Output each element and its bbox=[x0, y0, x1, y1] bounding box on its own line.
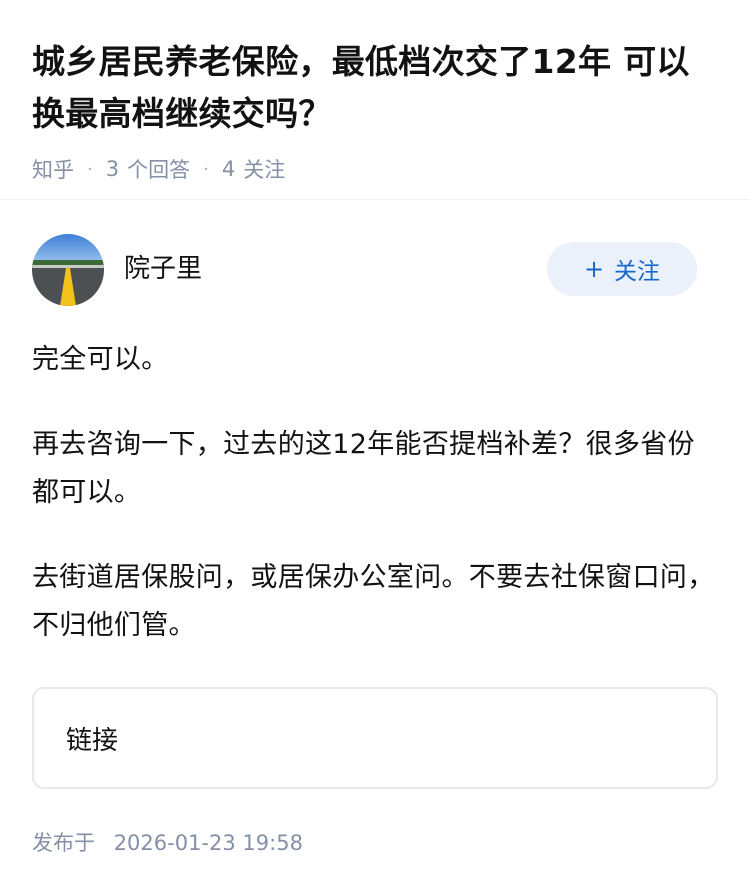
plus-icon: + bbox=[583, 255, 605, 283]
publish-info: 发布于 2026-01-23 19:58 bbox=[32, 827, 718, 857]
meta-separator: · bbox=[203, 158, 209, 180]
follower-count-label[interactable]: 关注 bbox=[243, 154, 285, 184]
avatar[interactable] bbox=[32, 234, 104, 306]
answer-content: 完全可以。 再去咨询一下，过去的这12年能否提档补差？很多省份都可以。 去街道居… bbox=[32, 336, 718, 650]
answer-paragraph: 完全可以。 bbox=[32, 344, 169, 375]
source-label[interactable]: 知乎 bbox=[32, 154, 74, 184]
answer-count-label[interactable]: 个回答 bbox=[127, 154, 190, 184]
answer-count[interactable]: 3 bbox=[106, 157, 119, 181]
author-row: 院子里 + 关注 bbox=[32, 200, 718, 316]
question-title[interactable]: 城乡居民养老保险，最低档次交了12年 可以换最高档继续交吗？ bbox=[32, 36, 718, 140]
answer-page: 城乡居民养老保险，最低档次交了12年 可以换最高档继续交吗？ 知乎 · 3 个回… bbox=[0, 0, 750, 882]
question-meta: 知乎 · 3 个回答 · 4 关注 bbox=[32, 154, 718, 184]
link-card[interactable]: 链接 bbox=[32, 687, 718, 789]
answer: 院子里 + 关注 完全可以。 再去咨询一下，过去的这12年能否提档补差？很多省份… bbox=[0, 200, 750, 857]
answer-paragraph: 去街道居保股问，或居保办公室问。不要去社保窗口问，不归他们管。 bbox=[32, 562, 715, 641]
published-time: 2026-01-23 19:58 bbox=[113, 831, 303, 855]
link-card-label: 链接 bbox=[66, 725, 119, 756]
follow-button[interactable]: + 关注 bbox=[547, 242, 697, 296]
question-header: 城乡居民养老保险，最低档次交了12年 可以换最高档继续交吗？ 知乎 · 3 个回… bbox=[0, 0, 750, 200]
answer-paragraph: 再去咨询一下，过去的这12年能否提档补差？很多省份都可以。 bbox=[32, 429, 695, 508]
author-name[interactable]: 院子里 bbox=[124, 248, 202, 285]
published-label: 发布于 bbox=[32, 831, 95, 855]
follow-button-label: 关注 bbox=[614, 259, 661, 285]
meta-separator: · bbox=[87, 158, 93, 180]
avatar-road-image bbox=[32, 234, 104, 306]
follower-count[interactable]: 4 bbox=[222, 157, 235, 181]
